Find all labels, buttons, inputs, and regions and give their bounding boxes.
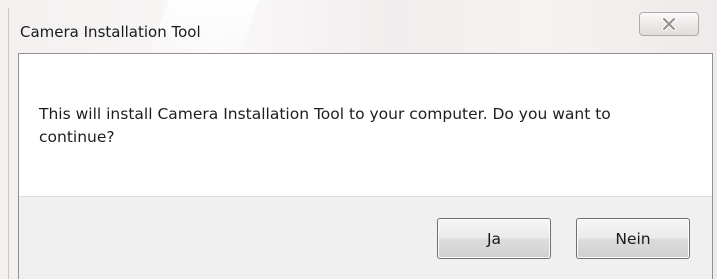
close-button[interactable] <box>639 12 699 36</box>
window-title: Camera Installation Tool <box>20 23 201 41</box>
dialog-message: This will install Camera Installation To… <box>39 105 611 146</box>
dialog-body: This will install Camera Installation To… <box>18 53 713 279</box>
yes-button[interactable]: Ja <box>437 218 551 259</box>
dialog-button-bar: Ja Nein <box>19 196 712 279</box>
window-frame: Camera Installation Tool This will insta… <box>0 0 717 279</box>
window-edge <box>8 8 9 279</box>
close-icon <box>662 17 676 31</box>
no-button[interactable]: Nein <box>576 218 690 259</box>
